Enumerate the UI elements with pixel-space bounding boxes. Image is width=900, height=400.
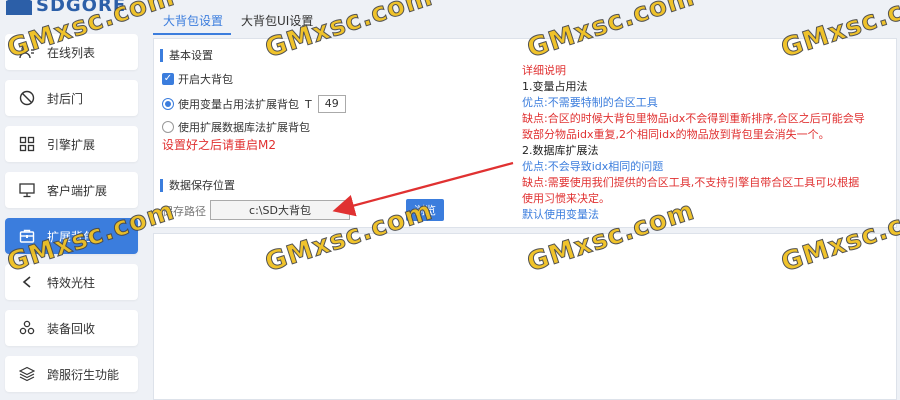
path-label: 保存路径 xyxy=(162,205,206,218)
sidebar-item-label: 客户端扩展 xyxy=(47,183,108,198)
settings-panel: 基本设置 ✓ 开启大背包 使用变量占用法扩展背包 T 49 使用扩展数据库法扩展… xyxy=(153,38,897,228)
spin-prefix: T xyxy=(305,97,312,111)
sidebar: SDGORE 在线列表 封后门 引擎扩展 客户端扩展 扩展背包 特效光柱 装备回… xyxy=(0,0,145,400)
sidebar-item-extend-backpack[interactable]: 扩展背包 xyxy=(5,218,138,254)
tab-bar: 大背包设置 大背包UI设置 xyxy=(145,0,900,38)
enable-backpack-row[interactable]: ✓ 开启大背包 xyxy=(162,71,233,87)
enable-backpack-label: 开启大背包 xyxy=(178,73,233,86)
var-method-label: 使用变量占用法扩展背包 xyxy=(178,98,299,111)
save-path-input[interactable]: c:\SD大背包 xyxy=(210,200,350,220)
sidebar-item-cross-server[interactable]: 跨服衍生功能 xyxy=(5,356,138,392)
layers-icon xyxy=(19,366,35,382)
var-method-row[interactable]: 使用变量占用法扩展背包 T 49 xyxy=(162,95,346,113)
ban-icon xyxy=(19,90,35,106)
var-method-radio[interactable] xyxy=(162,98,174,110)
sidebar-item-label: 特效光柱 xyxy=(47,275,96,290)
details-description: 详细说明 1.变量占用法 优点:不需要特制的合区工具 缺点:合区的时候大背包里物… xyxy=(522,63,897,223)
details-line: 缺点:合区的时候大背包里物品idx不会得到重新排序,合区之后可能会导 xyxy=(522,112,865,125)
details-title: 详细说明 xyxy=(522,64,566,77)
active-tab-indicator xyxy=(153,33,231,35)
content-panel xyxy=(153,233,897,400)
details-line: 默认使用变量法 xyxy=(522,208,599,221)
logo-icon xyxy=(6,0,32,15)
app-logo: SDGORE xyxy=(6,0,126,16)
sidebar-item-effect-beam[interactable]: 特效光柱 xyxy=(5,264,138,300)
browse-button[interactable]: 浏览 xyxy=(406,199,444,221)
db-method-label: 使用扩展数据库法扩展背包 xyxy=(178,121,310,134)
sidebar-item-block-backdoor[interactable]: 封后门 xyxy=(5,80,138,116)
var-index-input[interactable]: 49 xyxy=(317,95,346,113)
sidebar-item-label: 在线列表 xyxy=(47,45,96,60)
sidebar-nav: 在线列表 封后门 引擎扩展 客户端扩展 扩展背包 特效光柱 装备回收 跨服衍生功… xyxy=(5,34,138,400)
sidebar-item-label: 引擎扩展 xyxy=(47,137,96,152)
sidebar-item-label: 封后门 xyxy=(47,91,84,106)
restart-note: 设置好之后请重启M2 xyxy=(162,138,276,152)
grid-icon xyxy=(19,136,35,152)
sidebar-item-online-list[interactable]: 在线列表 xyxy=(5,34,138,70)
tab-backpack-ui-settings[interactable]: 大背包UI设置 xyxy=(241,12,313,29)
sidebar-item-equipment-recycle[interactable]: 装备回收 xyxy=(5,310,138,346)
details-line: 2.数据库扩展法 xyxy=(522,144,599,157)
details-line: 优点:不会导致idx相同的问题 xyxy=(522,160,664,173)
tab-backpack-settings[interactable]: 大背包设置 xyxy=(163,12,223,29)
section-title-basic: 基本设置 xyxy=(160,49,213,62)
main-content: 大背包设置 大背包UI设置 基本设置 ✓ 开启大背包 使用变量占用法扩展背包 T… xyxy=(145,0,900,400)
sidebar-item-label: 装备回收 xyxy=(47,321,96,336)
details-line: 优点:不需要特制的合区工具 xyxy=(522,96,658,109)
sidebar-item-client-extension[interactable]: 客户端扩展 xyxy=(5,172,138,208)
db-method-radio[interactable] xyxy=(162,121,174,133)
backpack-icon xyxy=(19,228,35,244)
monitor-icon xyxy=(19,182,35,198)
details-line: 缺点:需要使用我们提供的合区工具,不支持引擎自带合区工具可以根据 xyxy=(522,176,860,189)
sidebar-item-label: 跨服衍生功能 xyxy=(47,367,120,382)
details-line: 致部分物品idx重复,2个相同idx的物品放到背包里会消失一个。 xyxy=(522,128,830,141)
enable-backpack-checkbox[interactable]: ✓ xyxy=(162,73,174,85)
details-line: 使用习惯来决定。 xyxy=(522,192,610,205)
sidebar-item-engine-extension[interactable]: 引擎扩展 xyxy=(5,126,138,162)
sidebar-item-label: 扩展背包 xyxy=(47,229,96,244)
recycle-icon xyxy=(19,320,35,336)
user-list-icon xyxy=(19,44,35,60)
details-line: 1.变量占用法 xyxy=(522,80,588,93)
db-method-row[interactable]: 使用扩展数据库法扩展背包 xyxy=(162,119,310,135)
logo-text: SDGORE xyxy=(36,0,127,16)
chevron-icon xyxy=(19,274,35,290)
section-title-storage: 数据保存位置 xyxy=(160,179,235,192)
